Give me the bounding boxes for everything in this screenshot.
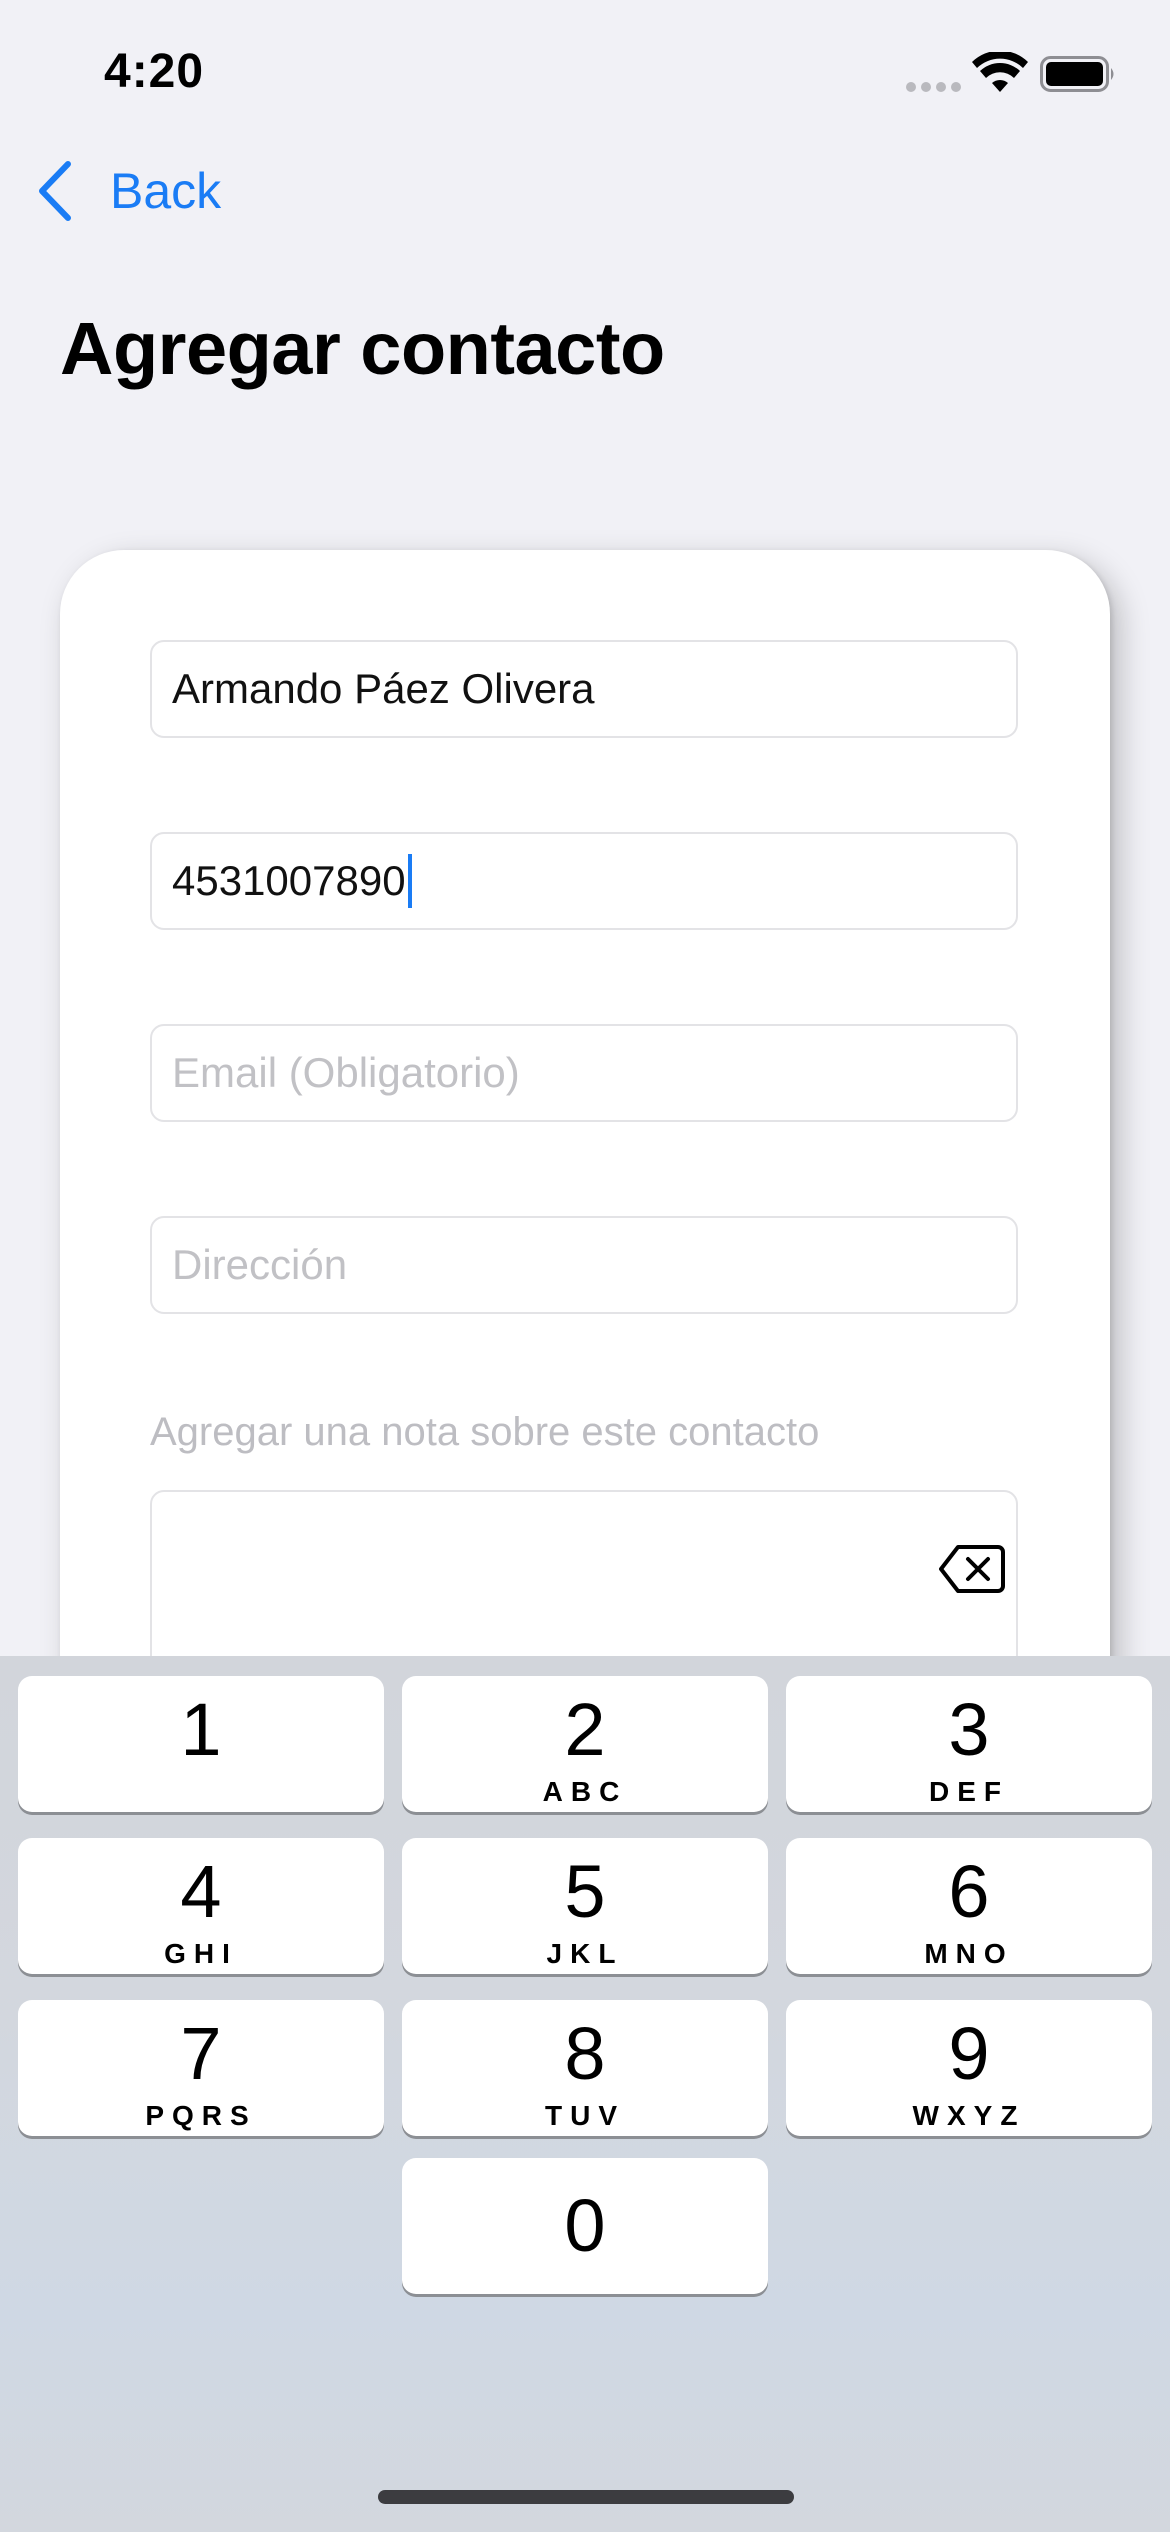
key-6[interactable]: 6 MNO (786, 1838, 1152, 1974)
name-value: Armando Páez Olivera (172, 665, 595, 712)
delete-backspace-icon (939, 1545, 1005, 1593)
key-4[interactable]: 4 GHI (18, 1838, 384, 1974)
battery-icon (1040, 56, 1114, 92)
key-letters: WXYZ (912, 2100, 1026, 2131)
text-cursor (407, 854, 412, 908)
home-indicator[interactable] (378, 2490, 794, 2504)
status-time: 4:20 (104, 45, 205, 98)
phone-field[interactable]: 4531007890 (150, 832, 1018, 930)
key-letters: ABC (542, 1776, 628, 1807)
key-digit: 9 (948, 2012, 990, 2095)
address-placeholder: Dirección (172, 1241, 348, 1288)
back-button[interactable]: Back (110, 162, 221, 220)
key-8[interactable]: 8 TUV (402, 2000, 768, 2136)
key-digit: 6 (948, 1850, 990, 1933)
key-3[interactable]: 3 DEF (786, 1676, 1152, 1812)
name-field[interactable]: Armando Páez Olivera (150, 640, 1018, 738)
key-letters: MNO (924, 1938, 1014, 1969)
key-digit: 8 (564, 2012, 606, 2095)
wifi-icon (972, 52, 1028, 92)
key-digit: 5 (564, 1850, 606, 1933)
key-9[interactable]: 9 WXYZ (786, 2000, 1152, 2136)
key-2[interactable]: 2 ABC (402, 1676, 768, 1812)
key-1[interactable]: 1 (18, 1676, 384, 1812)
key-digit: 1 (180, 1688, 222, 1771)
key-digit: 4 (180, 1850, 222, 1933)
email-placeholder: Email (Obligatorio) (172, 1049, 520, 1096)
key-digit: 3 (948, 1688, 990, 1771)
phone-value: 4531007890 (172, 857, 406, 904)
delete-key[interactable] (786, 1502, 1152, 1638)
address-field[interactable]: Dirección (150, 1216, 1018, 1314)
cellular-signal-icon (906, 82, 962, 94)
page-title: Agregar contacto (60, 307, 665, 390)
key-digit: 0 (564, 2184, 606, 2267)
key-letters: TUV (545, 2100, 625, 2131)
key-letters: DEF (929, 1776, 1009, 1807)
status-bar: 4:20 (0, 0, 1170, 150)
key-letters: JKL (546, 1938, 624, 1969)
navigation-bar: Back (0, 150, 1170, 240)
key-7[interactable]: 7 PQRS (18, 2000, 384, 2136)
note-label: Agregar una nota sobre este contacto (150, 1410, 820, 1454)
key-0[interactable]: 0 (402, 2158, 768, 2294)
key-digit: 2 (564, 1688, 606, 1771)
email-field[interactable]: Email (Obligatorio) (150, 1024, 1018, 1122)
key-5[interactable]: 5 JKL (402, 1838, 768, 1974)
key-digit: 7 (180, 2012, 222, 2095)
numeric-keypad: 1 2 ABC 3 DEF 4 GHI 5 JKL 6 MNO 7 PQRS 8… (0, 1656, 1170, 2532)
key-letters: PQRS (145, 2100, 257, 2131)
key-letters: GHI (164, 1938, 238, 1969)
chevron-left-icon[interactable] (34, 160, 74, 222)
